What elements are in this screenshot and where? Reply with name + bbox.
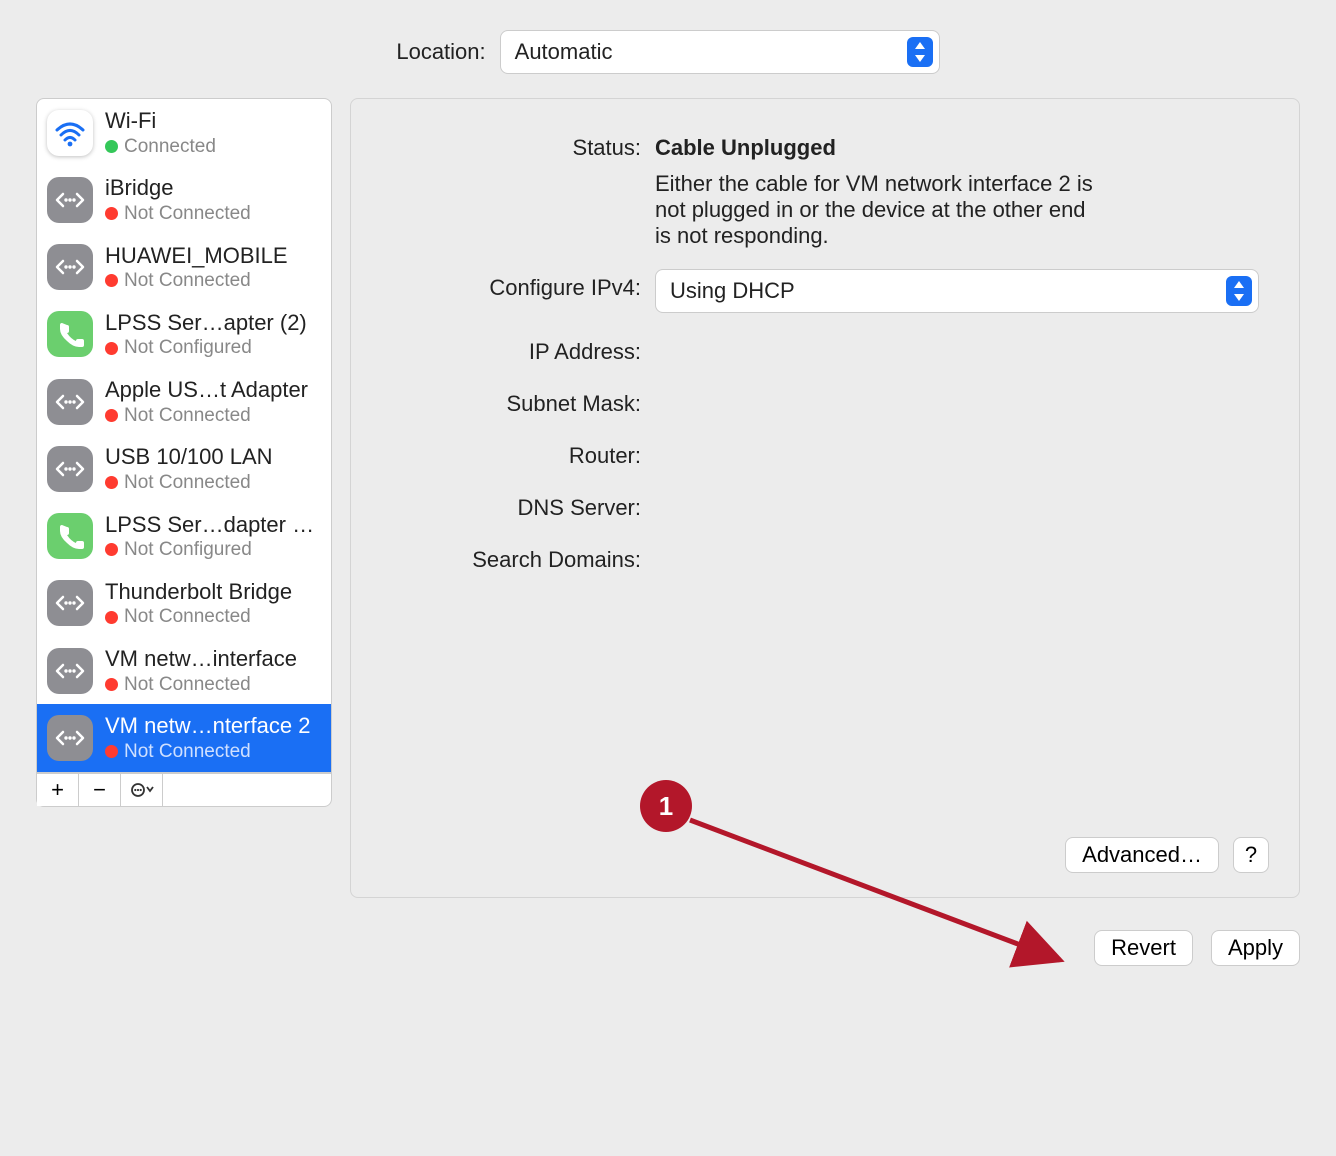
status-dot-icon [105,207,118,220]
remove-service-button[interactable]: − [79,774,121,806]
sidebar-item-6[interactable]: LPSS Ser…dapter (1)Not Configured [37,503,331,570]
ethernet-icon [47,715,93,761]
service-name: HUAWEI_MOBILE [105,242,288,270]
sidebar-item-3[interactable]: LPSS Ser…apter (2)Not Configured [37,301,331,368]
service-status: Not Connected [105,605,292,629]
status-dot-icon [105,274,118,287]
service-name: Apple US…t Adapter [105,376,308,404]
sidebar-item-5[interactable]: USB 10/100 LANNot Connected [37,435,331,502]
service-name: USB 10/100 LAN [105,443,273,471]
subnet-mask-label: Subnet Mask: [391,385,641,417]
service-status: Not Configured [105,336,307,360]
sidebar-toolbar: + − [36,773,332,807]
location-value: Automatic [515,39,613,65]
service-status: Not Connected [105,202,251,226]
revert-button[interactable]: Revert [1094,930,1193,966]
status-dot-icon [105,678,118,691]
dns-server-value [655,489,1259,495]
sidebar-item-7[interactable]: Thunderbolt BridgeNot Connected [37,570,331,637]
apply-button[interactable]: Apply [1211,930,1300,966]
ethernet-icon [47,379,93,425]
ethernet-icon [47,177,93,223]
service-status: Not Connected [105,404,308,428]
status-label: Status: [391,129,641,161]
service-name: iBridge [105,174,251,202]
advanced-button[interactable]: Advanced… [1065,837,1219,873]
phone-icon [47,513,93,559]
service-status: Not Configured [105,538,317,562]
status-dot-icon [105,409,118,422]
sidebar-item-1[interactable]: iBridgeNot Connected [37,166,331,233]
ethernet-icon [47,446,93,492]
service-name: LPSS Ser…apter (2) [105,309,307,337]
service-name: VM netw…nterface 2 [105,712,310,740]
stepper-icon [907,37,933,67]
more-actions-button[interactable] [121,774,163,806]
status-dot-icon [105,476,118,489]
status-dot-icon [105,342,118,355]
stepper-icon [1226,276,1252,306]
configure-ipv4-label: Configure IPv4: [391,269,641,301]
status-dot-icon [105,140,118,153]
router-label: Router: [391,437,641,469]
dns-server-label: DNS Server: [391,489,641,521]
ethernet-icon [47,648,93,694]
service-name: Wi-Fi [105,107,216,135]
status-dot-icon [105,745,118,758]
service-name: VM netw…interface [105,645,297,673]
service-status: Not Connected [105,269,288,293]
status-dot-icon [105,611,118,624]
ethernet-icon [47,580,93,626]
sidebar-item-0[interactable]: Wi-FiConnected [37,99,331,166]
ip-address-value [655,333,1259,339]
detail-panel: Status: Cable Unplugged Either the cable… [350,98,1300,898]
ethernet-icon [47,244,93,290]
search-domains-label: Search Domains: [391,541,641,573]
service-name: Thunderbolt Bridge [105,578,292,606]
ip-address-label: IP Address: [391,333,641,365]
search-domains-value [655,541,1259,547]
service-status: Connected [105,135,216,159]
service-status: Not Connected [105,673,297,697]
add-service-button[interactable]: + [37,774,79,806]
subnet-mask-value [655,385,1259,391]
configure-ipv4-value: Using DHCP [670,278,795,304]
sidebar-item-2[interactable]: HUAWEI_MOBILENot Connected [37,234,331,301]
wifi-icon [47,110,93,156]
status-message: Either the cable for VM network interfac… [655,171,1095,249]
service-status: Not Connected [105,740,310,764]
location-label: Location: [396,39,485,65]
service-name: LPSS Ser…dapter (1) [105,511,317,539]
help-button[interactable]: ? [1233,837,1269,873]
services-sidebar: Wi-FiConnectediBridgeNot ConnectedHUAWEI… [36,98,332,773]
router-value [655,437,1259,443]
status-dot-icon [105,543,118,556]
annotation-marker: 1 [640,780,692,832]
phone-icon [47,311,93,357]
sidebar-item-4[interactable]: Apple US…t AdapterNot Connected [37,368,331,435]
status-value: Cable Unplugged [655,135,836,160]
sidebar-item-8[interactable]: VM netw…interfaceNot Connected [37,637,331,704]
service-status: Not Connected [105,471,273,495]
location-select[interactable]: Automatic [500,30,940,74]
configure-ipv4-select[interactable]: Using DHCP [655,269,1259,313]
sidebar-item-9[interactable]: VM netw…nterface 2Not Connected [37,704,331,771]
toolbar-spacer [163,774,331,806]
